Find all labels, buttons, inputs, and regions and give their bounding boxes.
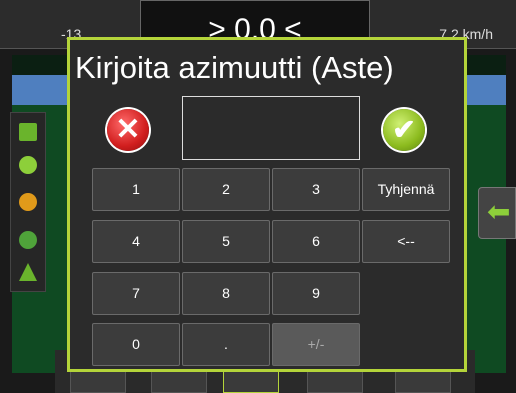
key-decimal[interactable]: .: [182, 323, 270, 366]
dialog-title: Kirjoita azimuutti (Aste): [75, 50, 394, 85]
azimuth-entry-dialog: Kirjoita azimuutti (Aste) ✕ ✔ 1 2 3 Tyhj…: [67, 37, 467, 372]
sky-area-left: [12, 75, 72, 105]
key-8[interactable]: 8: [182, 272, 270, 315]
marker-icon[interactable]: [19, 193, 37, 211]
key-7[interactable]: 7: [92, 272, 180, 315]
backspace-button[interactable]: <--: [362, 220, 450, 263]
check-icon: ✔: [392, 114, 416, 145]
arrow-left-icon: ⬅: [487, 196, 511, 227]
boundary-icon[interactable]: [19, 123, 37, 141]
left-toolbar: [10, 112, 46, 292]
guidance-line-icon[interactable]: [19, 156, 37, 174]
clear-button[interactable]: Tyhjennä: [362, 168, 450, 211]
key-9[interactable]: 9: [272, 272, 360, 315]
steering-icon[interactable]: [19, 231, 37, 249]
key-3[interactable]: 3: [272, 168, 360, 211]
key-1[interactable]: 1: [92, 168, 180, 211]
vehicle-icon[interactable]: [19, 263, 37, 281]
key-6[interactable]: 6: [272, 220, 360, 263]
key-5[interactable]: 5: [182, 220, 270, 263]
x-icon: ✕: [115, 113, 141, 146]
expand-panel-button[interactable]: ⬅: [478, 187, 516, 239]
guidance-screen: -13 > 0.0 < 7.2 km/h ⬅ Kirjoita azimuutt…: [0, 0, 516, 393]
cancel-button[interactable]: ✕: [107, 109, 149, 151]
azimuth-input[interactable]: [182, 96, 360, 160]
ok-button[interactable]: ✔: [383, 109, 425, 151]
key-4[interactable]: 4: [92, 220, 180, 263]
key-plus-minus[interactable]: +/-: [272, 323, 360, 366]
key-2[interactable]: 2: [182, 168, 270, 211]
key-0[interactable]: 0: [92, 323, 180, 366]
